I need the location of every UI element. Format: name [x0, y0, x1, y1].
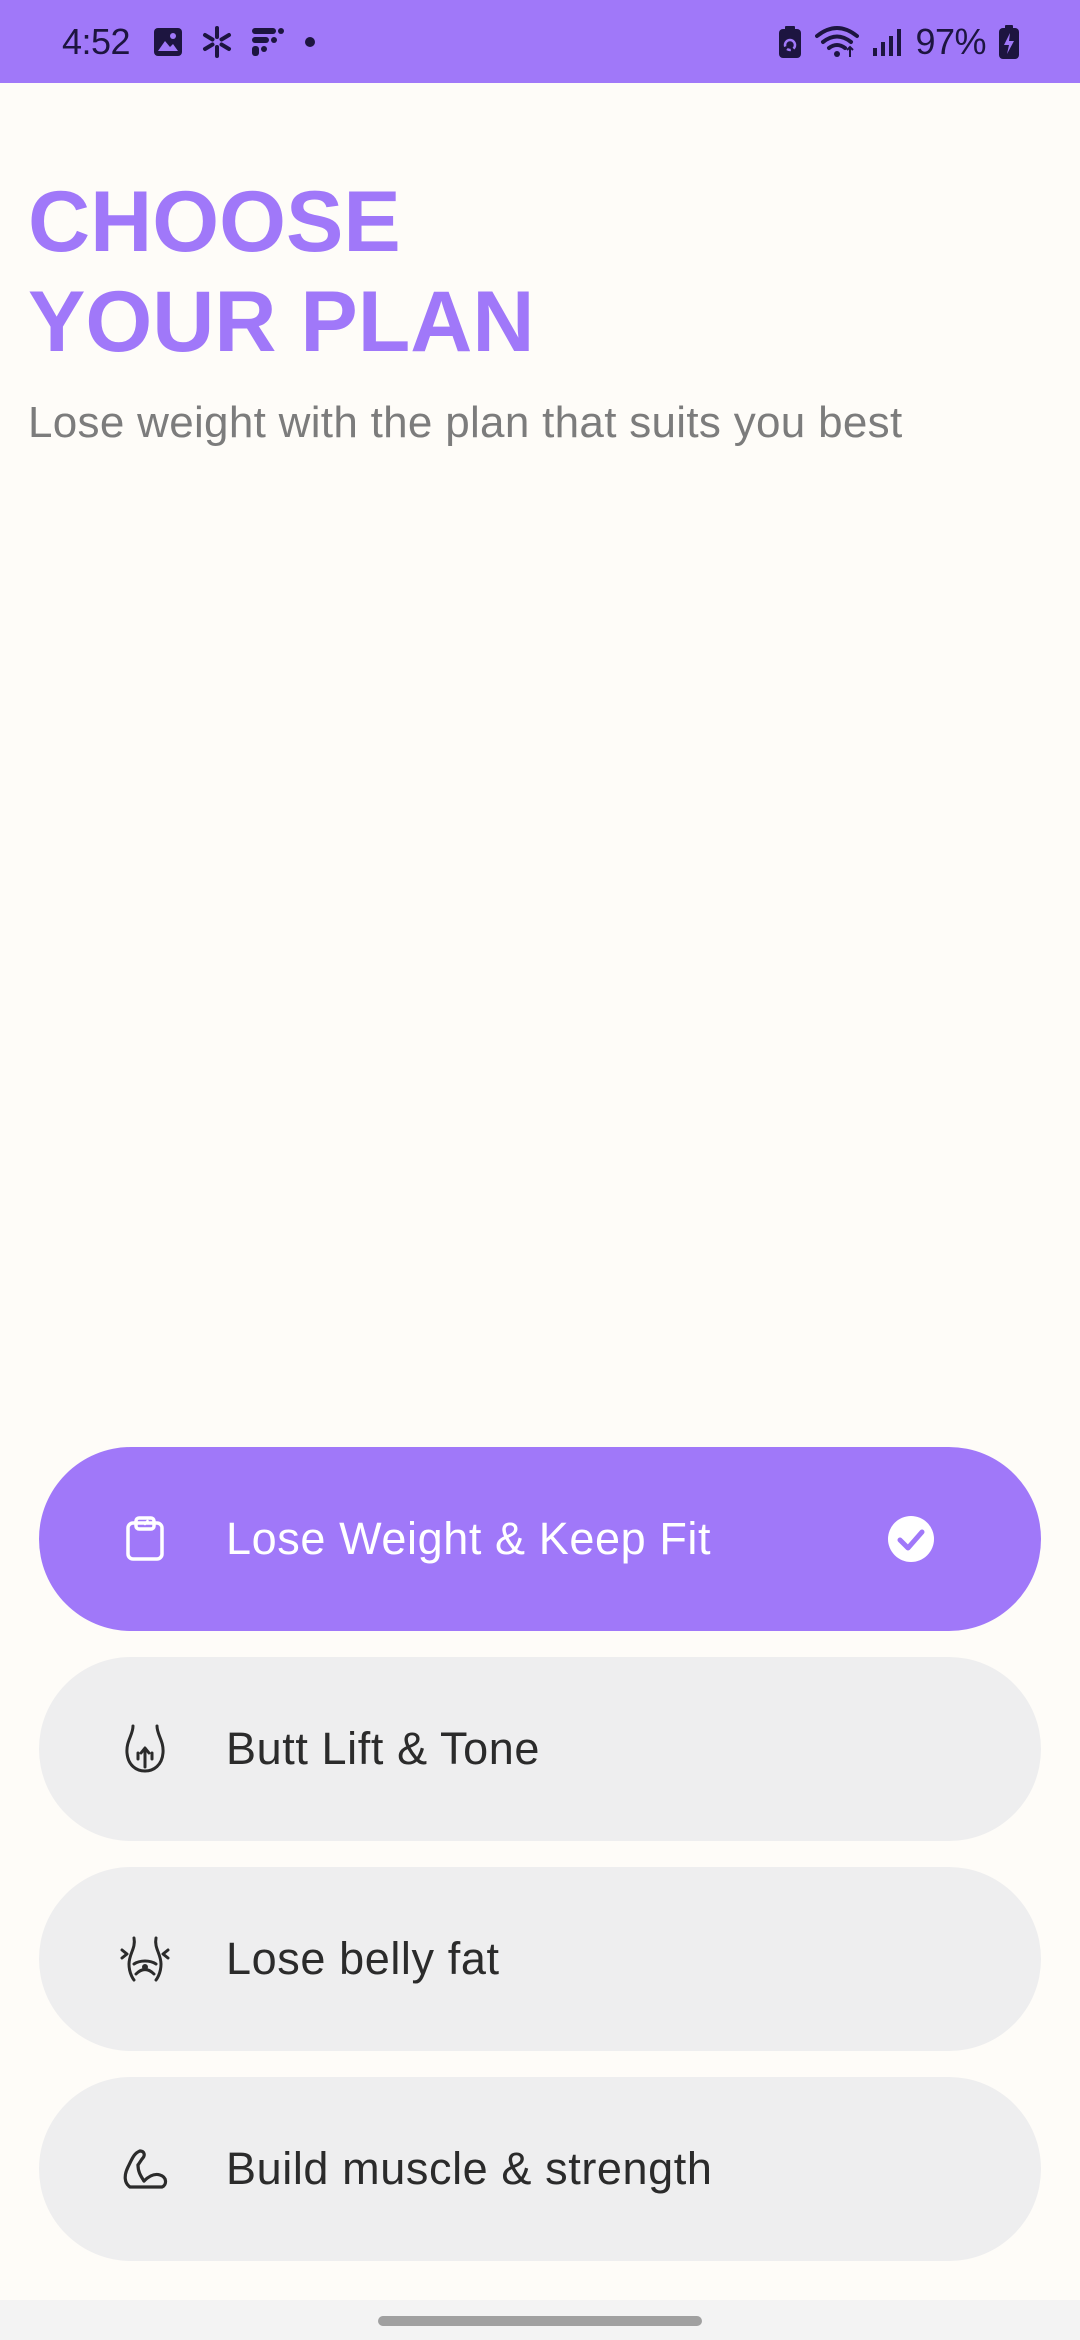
wifi-icon	[815, 25, 860, 59]
plan-list: Lose Weight & Keep Fit Butt Lift & Tone	[39, 1447, 1041, 2287]
butt-icon	[117, 1721, 173, 1777]
status-bar: 4:52 97%	[0, 0, 1080, 83]
walmart-spark-icon	[200, 25, 234, 59]
plan-label: Build muscle & strength	[226, 2143, 713, 2194]
status-right: 97%	[777, 0, 1020, 83]
check-circle-icon	[886, 1514, 936, 1564]
gallery-icon	[152, 26, 184, 58]
plan-label: Lose belly fat	[226, 1933, 500, 1984]
plan-option-belly-fat[interactable]: Lose belly fat	[39, 1867, 1041, 2051]
header: CHOOSE YOUR PLAN Lose weight with the pl…	[28, 172, 902, 448]
signal-icon	[871, 26, 903, 58]
page-title-line1: CHOOSE	[28, 174, 401, 270]
page-title-line2: YOUR PLAN	[28, 274, 535, 370]
page-subtitle: Lose weight with the plan that suits you…	[28, 398, 903, 447]
plan-label: Lose Weight & Keep Fit	[226, 1513, 712, 1564]
plan-option-build-muscle[interactable]: Build muscle & strength	[39, 2077, 1041, 2261]
status-left: 4:52	[62, 0, 318, 83]
battery-percent: 97%	[915, 20, 986, 62]
plan-option-butt-lift[interactable]: Butt Lift & Tone	[39, 1657, 1041, 1841]
battery-charging-icon	[998, 24, 1020, 60]
home-gesture-handle[interactable]	[378, 2316, 702, 2326]
belly-icon	[117, 1931, 173, 1987]
clipboard-scale-icon	[117, 1511, 173, 1567]
flexed-arm-icon	[117, 2141, 173, 2197]
plan-option-lose-weight[interactable]: Lose Weight & Keep Fit	[39, 1447, 1041, 1631]
dot-icon	[302, 34, 318, 50]
plan-label: Butt Lift & Tone	[226, 1723, 540, 1774]
page-title: CHOOSE YOUR PLAN	[28, 172, 902, 372]
status-time: 4:52	[62, 20, 131, 62]
fitness-app-icon	[250, 25, 286, 59]
battery-saver-icon	[777, 25, 803, 59]
